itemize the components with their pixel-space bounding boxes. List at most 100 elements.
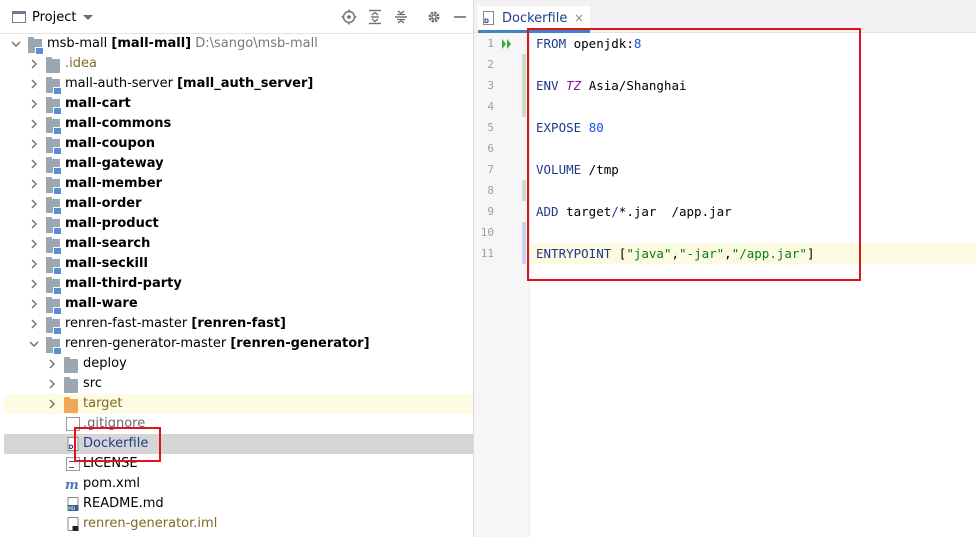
line-number: 6 xyxy=(487,142,494,155)
tree-item-label: msb-mall xyxy=(47,36,108,51)
gear-icon[interactable] xyxy=(426,9,442,25)
tree-item-src[interactable]: src xyxy=(4,374,473,394)
tree-item-label: src xyxy=(83,376,102,391)
tree-item-renren-fast-master[interactable]: renren-fast-master [renren-fast] xyxy=(4,314,473,335)
project-path: D:\sango\msb-mall xyxy=(195,36,318,51)
tree-item-mall-auth-server[interactable]: mall-auth-server [mall_auth_server] xyxy=(4,74,473,95)
project-window-icon xyxy=(12,11,26,23)
tree-item-msb-mall[interactable]: msb-mall [mall-mall] D:\sango\msb-mall xyxy=(4,34,473,55)
code-line[interactable]: EXPOSE 80 xyxy=(536,117,604,138)
tree-item-readme[interactable]: MD README.md xyxy=(4,494,473,514)
chevron-down-icon[interactable] xyxy=(10,38,22,50)
tree-item-mall-commons[interactable]: mall-commons xyxy=(4,114,473,135)
keyword: EXPOSE xyxy=(536,120,582,135)
chevron-right-icon[interactable] xyxy=(28,138,40,150)
tree-item-idea[interactable]: .idea xyxy=(4,54,473,74)
keyword: FROM xyxy=(536,36,567,51)
module-folder-icon xyxy=(46,177,62,195)
chevron-right-icon[interactable] xyxy=(46,378,58,390)
keyword: ENV xyxy=(536,78,559,93)
close-icon[interactable]: × xyxy=(574,11,584,25)
code-line-current[interactable]: ENTRYPOINT ["java","-jar","/app.jar"] xyxy=(530,243,976,264)
tree-item-iml[interactable]: renren-generator.iml xyxy=(4,514,473,534)
line-number: 10 xyxy=(480,226,494,239)
gitignore-file-icon xyxy=(66,417,80,431)
chevron-right-icon[interactable] xyxy=(28,178,40,190)
tree-item-mall-third-party[interactable]: mall-third-party xyxy=(4,274,473,295)
svg-text:D: D xyxy=(484,18,489,25)
keyword: ADD xyxy=(536,204,559,219)
text-file-icon xyxy=(66,457,80,471)
project-tool-window: Project msb-mall [mall-mall] D:\sango\ms… xyxy=(0,0,474,537)
tree-item-mall-cart[interactable]: mall-cart xyxy=(4,94,473,115)
chevron-right-icon[interactable] xyxy=(46,398,58,410)
tree-item-license[interactable]: LICENSE xyxy=(4,454,473,474)
tree-item-mall-product[interactable]: mall-product xyxy=(4,214,473,235)
chevron-right-icon[interactable] xyxy=(28,118,40,130)
chevron-right-icon[interactable] xyxy=(28,78,40,90)
locate-icon[interactable] xyxy=(341,9,357,25)
code-line[interactable]: FROM openjdk:8 xyxy=(536,33,641,54)
markdown-icon: MD xyxy=(67,497,79,511)
dockerfile-icon: D xyxy=(67,437,79,451)
chevron-right-icon[interactable] xyxy=(28,278,40,290)
tree-item-label: README.md xyxy=(83,496,164,511)
tree-item-mall-order[interactable]: mall-order xyxy=(4,194,473,215)
chevron-right-icon[interactable] xyxy=(28,218,40,230)
tree-item-label: .gitignore xyxy=(83,416,146,431)
vcs-change-marker[interactable] xyxy=(522,222,526,264)
tree-item-mall-search[interactable]: mall-search xyxy=(4,234,473,255)
chevron-right-icon[interactable] xyxy=(28,318,40,330)
module-name: [mall_auth_server] xyxy=(177,76,314,91)
code-line[interactable]: ENV TZ Asia/Shanghai xyxy=(536,75,687,96)
chevron-right-icon[interactable] xyxy=(28,238,40,250)
svg-text:D: D xyxy=(69,444,74,451)
chevron-right-icon[interactable] xyxy=(28,58,40,70)
keyword: VOLUME xyxy=(536,162,582,177)
chevron-down-icon[interactable] xyxy=(28,338,40,350)
vcs-change-marker[interactable] xyxy=(522,54,526,117)
svg-text:m: m xyxy=(65,478,79,491)
line-number: 8 xyxy=(487,184,494,197)
chevron-right-icon[interactable] xyxy=(28,158,40,170)
collapse-all-icon[interactable] xyxy=(393,9,409,25)
editor-area[interactable]: D Dockerfile × 1 2 3 4 5 6 7 8 9 10 11 F… xyxy=(474,0,976,537)
line-number: 11 xyxy=(480,247,494,260)
tree-item-target[interactable]: target xyxy=(4,394,473,414)
tree-item-gitignore[interactable]: .gitignore xyxy=(4,414,473,434)
keyword: ENTRYPOINT xyxy=(536,246,612,261)
tree-item-label: renren-generator-master xyxy=(65,336,227,351)
module-folder-icon xyxy=(46,277,62,295)
tree-item-mall-coupon[interactable]: mall-coupon xyxy=(4,134,473,155)
minimize-icon[interactable] xyxy=(452,9,468,25)
tree-item-label: mall-product xyxy=(65,216,159,231)
project-panel-title[interactable]: Project xyxy=(32,10,76,25)
code-line[interactable]: VOLUME /tmp xyxy=(536,159,619,180)
tree-item-mall-gateway[interactable]: mall-gateway xyxy=(4,154,473,175)
run-icon[interactable] xyxy=(501,38,513,50)
tree-item-mall-ware[interactable]: mall-ware xyxy=(4,294,473,315)
chevron-right-icon[interactable] xyxy=(28,98,40,110)
folder-orange-icon xyxy=(64,397,78,413)
vcs-change-marker[interactable] xyxy=(522,180,526,201)
tree-item-renren-generator-master[interactable]: renren-generator-master [renren-generato… xyxy=(4,334,473,355)
tree-item-mall-member[interactable]: mall-member xyxy=(4,174,473,195)
chevron-right-icon[interactable] xyxy=(28,298,40,310)
code-line[interactable]: ADD target/*.jar /app.jar xyxy=(536,201,732,222)
chevron-right-icon[interactable] xyxy=(46,358,58,370)
tab-dockerfile[interactable]: D Dockerfile × xyxy=(478,6,590,33)
tree-item-label: mall-ware xyxy=(65,296,138,311)
tree-item-dockerfile[interactable]: D Dockerfile xyxy=(4,434,473,454)
tree-item-mall-seckill[interactable]: mall-seckill xyxy=(4,254,473,275)
tree-item-label: mall-member xyxy=(65,176,163,191)
tree-item-label: mall-gateway xyxy=(65,156,164,171)
module-folder-icon xyxy=(46,77,62,95)
chevron-down-icon[interactable] xyxy=(83,15,93,20)
module-folder-icon xyxy=(46,337,62,355)
tree-item-deploy[interactable]: deploy xyxy=(4,354,473,374)
chevron-right-icon[interactable] xyxy=(28,198,40,210)
tree-item-pom-xml[interactable]: m pom.xml xyxy=(4,474,473,494)
expand-all-icon[interactable] xyxy=(367,9,383,25)
module-folder-icon xyxy=(46,157,62,175)
chevron-right-icon[interactable] xyxy=(28,258,40,270)
